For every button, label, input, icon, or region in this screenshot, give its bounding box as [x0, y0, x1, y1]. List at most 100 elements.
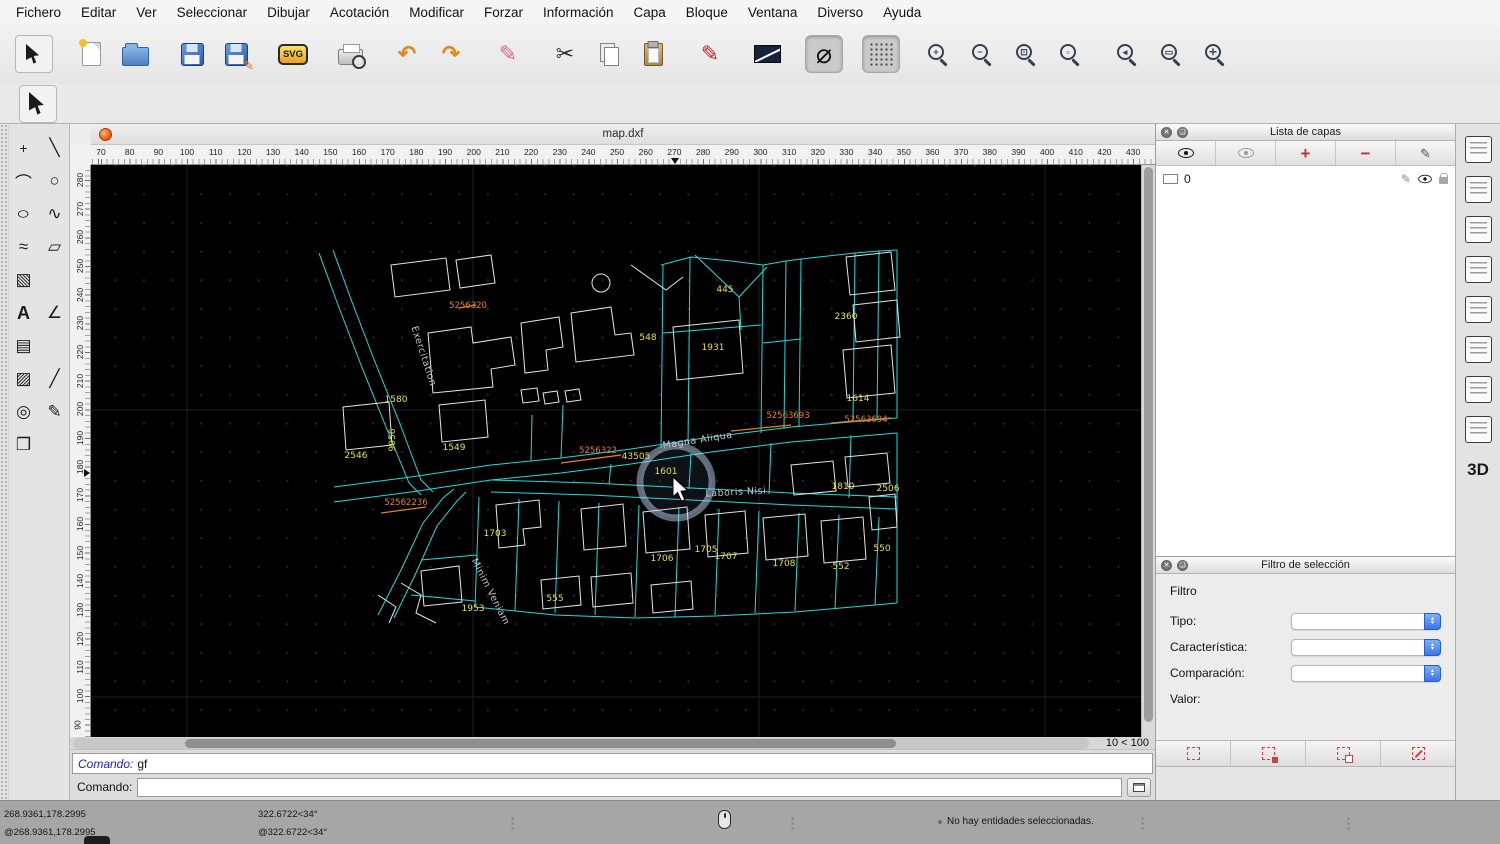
- horizontal-scrollbar-thumb[interactable]: [185, 739, 896, 748]
- command-options-button[interactable]: [1127, 778, 1151, 797]
- selection-toolbar: [0, 84, 1500, 124]
- layer-row[interactable]: 0✎: [1156, 169, 1455, 188]
- edit-layer-button[interactable]: ✎: [1396, 141, 1455, 165]
- filter-select-tipo[interactable]: ▴▾: [1291, 613, 1441, 630]
- cut-button[interactable]: ✂: [546, 35, 584, 73]
- selection-pointer-button[interactable]: [15, 35, 53, 73]
- filter-select-caracteri-stica[interactable]: ▴▾: [1291, 639, 1441, 656]
- remove-layer-button[interactable]: −: [1336, 141, 1396, 165]
- copy-button[interactable]: [590, 35, 628, 73]
- dimension-tool[interactable]: ∠: [41, 299, 69, 327]
- zoom-window-button[interactable]: ▭: [1152, 35, 1190, 73]
- undo-button[interactable]: ↶: [388, 35, 426, 73]
- block-list-panel-button[interactable]: [1465, 216, 1492, 243]
- menu-diverso[interactable]: Diverso: [807, 5, 873, 20]
- menu-acotacio-n[interactable]: Acotación: [320, 5, 399, 20]
- property-editor-panel-button[interactable]: [1465, 136, 1492, 163]
- menu-informacio-n[interactable]: Información: [533, 5, 624, 20]
- open-file-button[interactable]: [116, 35, 154, 73]
- polygon-tool[interactable]: ▱: [41, 233, 69, 261]
- document-titlebar[interactable]: map.dxf: [91, 124, 1155, 145]
- palette-drag-handle[interactable]: [0, 124, 9, 800]
- menu-seleccionar[interactable]: Seleccionar: [167, 5, 258, 20]
- text-tool[interactable]: A: [10, 299, 38, 327]
- statusbar: 268.9361,178.2995 @268.9361,178.2995 322…: [0, 800, 1500, 844]
- undock-panel-icon[interactable]: ❏: [1177, 127, 1188, 138]
- horizontal-scrollbar[interactable]: [73, 738, 1089, 749]
- menu-fichero[interactable]: Fichero: [6, 5, 71, 20]
- circle-tool[interactable]: ○: [41, 167, 69, 195]
- polyline-tool[interactable]: ≈: [10, 233, 38, 261]
- redo-button[interactable]: ↷: [432, 35, 470, 73]
- drawing-canvas[interactable]: 4452360548193116141580254615494350590561…: [91, 165, 1141, 737]
- layer-lock-icon[interactable]: [1439, 177, 1448, 184]
- modify-tool[interactable]: ✎: [41, 398, 69, 426]
- zoom-selection-button[interactable]: ▫: [1051, 35, 1089, 73]
- hatch-tool[interactable]: ▨: [10, 365, 38, 393]
- svg-export-button[interactable]: SVG: [274, 35, 312, 73]
- svg-text:552: 552: [832, 562, 849, 572]
- insert-image-tool[interactable]: ▤: [10, 332, 38, 360]
- menu-dibujar[interactable]: Dibujar: [257, 5, 320, 20]
- command-input[interactable]: [137, 778, 1122, 797]
- command-line-panel-button[interactable]: [1465, 336, 1492, 363]
- delete-button[interactable]: ✎: [489, 35, 527, 73]
- menu-modificar[interactable]: Modificar: [399, 5, 474, 20]
- line-tool[interactable]: ╲: [41, 134, 69, 162]
- layer-visibility-icon[interactable]: [1418, 174, 1432, 183]
- menu-ventana[interactable]: Ventana: [738, 5, 808, 20]
- paste-button[interactable]: [634, 35, 672, 73]
- deselect-matching-button[interactable]: [1231, 741, 1306, 766]
- vertical-scrollbar[interactable]: [1141, 165, 1155, 737]
- isometric-tool[interactable]: ❒: [10, 431, 38, 459]
- selection-filter-panel-button[interactable]: [1465, 376, 1492, 403]
- print-preview-button[interactable]: [331, 35, 369, 73]
- menu-ver[interactable]: Ver: [126, 5, 166, 20]
- previous-view-button[interactable]: ◂: [1108, 35, 1146, 73]
- selection-region-tool[interactable]: ▧: [10, 266, 38, 294]
- layer-color-swatch[interactable]: [1163, 174, 1178, 184]
- menu-bloque[interactable]: Bloque: [676, 5, 738, 20]
- hide-all-layers-button[interactable]: [1216, 141, 1276, 165]
- 3d-mode-button[interactable]: 3D: [1467, 460, 1489, 480]
- filter-select-comparacio-n[interactable]: ▴▾: [1291, 665, 1441, 682]
- undock-panel-icon[interactable]: ❏: [1177, 560, 1188, 571]
- layer-list-panel-button[interactable]: [1465, 176, 1492, 203]
- remove-from-selection-button[interactable]: [1381, 741, 1455, 766]
- ellipse-tool[interactable]: ○: [10, 200, 38, 228]
- arc-tool[interactable]: ⌒: [10, 167, 38, 195]
- point-tool[interactable]: +: [10, 134, 38, 162]
- new-file-button[interactable]: [72, 35, 110, 73]
- vertical-scrollbar-thumb[interactable]: [1144, 167, 1153, 722]
- grid-dots-icon: [869, 42, 893, 66]
- reference-panel-button[interactable]: [1465, 416, 1492, 443]
- save-button[interactable]: [173, 35, 211, 73]
- measure-tool[interactable]: ╱: [41, 365, 69, 393]
- info-tool[interactable]: ◎: [10, 398, 38, 426]
- select-matching-button[interactable]: [1156, 741, 1231, 766]
- edit-properties-button[interactable]: ✎: [691, 35, 729, 73]
- pan-button[interactable]: ✛: [1196, 35, 1234, 73]
- menu-capa[interactable]: Capa: [624, 5, 676, 20]
- close-panel-icon[interactable]: ✕: [1161, 560, 1172, 571]
- mouse-indicator-icon: [718, 810, 731, 829]
- save-as-button[interactable]: ✎: [217, 35, 255, 73]
- draft-mode-button[interactable]: ⌀: [805, 35, 843, 73]
- auto-zoom-button[interactable]: ⊡: [1007, 35, 1045, 73]
- add-to-selection-button[interactable]: [1306, 741, 1381, 766]
- library-browser-panel-button[interactable]: [1465, 296, 1492, 323]
- menu-ayuda[interactable]: Ayuda: [873, 5, 931, 20]
- zoom-in-button[interactable]: +: [919, 35, 957, 73]
- menu-forzar[interactable]: Forzar: [474, 5, 533, 20]
- selection-pointer-tool[interactable]: [19, 85, 57, 123]
- menu-editar[interactable]: Editar: [71, 5, 126, 20]
- layer-edit-icon[interactable]: ✎: [1401, 173, 1411, 185]
- close-panel-icon[interactable]: ✕: [1161, 127, 1172, 138]
- grid-toggle-button[interactable]: [862, 35, 900, 73]
- show-all-layers-button[interactable]: [1156, 141, 1216, 165]
- lineweight-display-button[interactable]: [748, 35, 786, 73]
- zoom-out-button[interactable]: −: [963, 35, 1001, 73]
- spline-tool[interactable]: ∿: [41, 200, 69, 228]
- add-layer-button[interactable]: +: [1276, 141, 1336, 165]
- view-list-panel-button[interactable]: [1465, 256, 1492, 283]
